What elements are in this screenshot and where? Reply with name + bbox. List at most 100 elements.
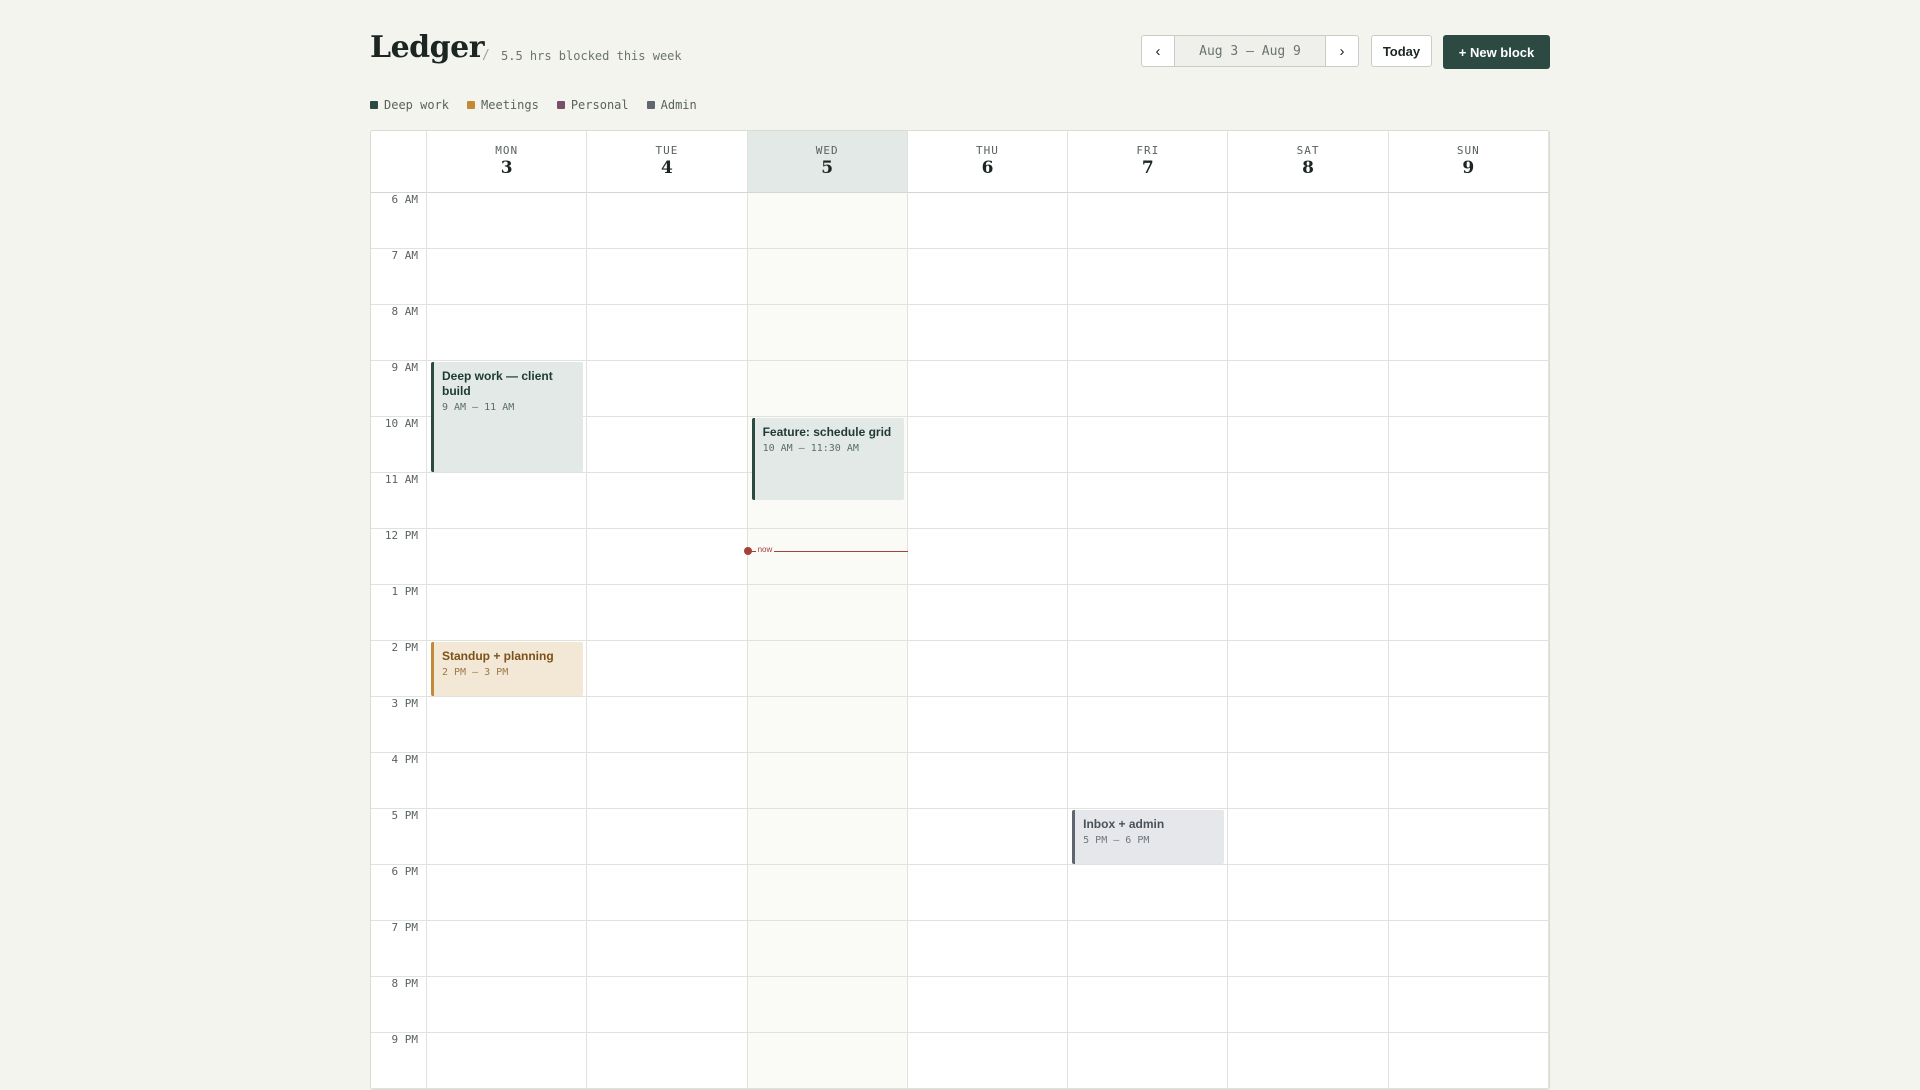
time-slot[interactable]	[1228, 977, 1389, 1033]
time-slot[interactable]	[1388, 1033, 1549, 1089]
time-slot[interactable]	[587, 977, 748, 1033]
time-slot[interactable]	[907, 417, 1069, 473]
time-slot[interactable]	[1388, 641, 1549, 697]
time-slot[interactable]	[747, 809, 908, 865]
time-slot[interactable]	[1228, 361, 1389, 417]
time-slot[interactable]	[1228, 585, 1389, 641]
time-slot[interactable]	[1228, 417, 1389, 473]
time-slot[interactable]	[1228, 1033, 1389, 1089]
time-slot[interactable]	[427, 249, 588, 305]
time-slot[interactable]	[747, 305, 908, 361]
time-slot[interactable]	[1228, 473, 1389, 529]
time-slot[interactable]	[1228, 249, 1389, 305]
time-slot[interactable]	[1228, 529, 1389, 585]
time-slot[interactable]	[907, 977, 1069, 1033]
time-slot[interactable]	[907, 473, 1069, 529]
time-slot[interactable]	[1388, 529, 1549, 585]
time-slot[interactable]	[907, 529, 1069, 585]
time-slot[interactable]	[1068, 305, 1229, 361]
time-slot[interactable]	[1228, 193, 1389, 249]
time-slot[interactable]	[1228, 753, 1389, 809]
time-slot[interactable]	[1068, 641, 1229, 697]
event-block[interactable]: Inbox + admin 5 PM – 6 PM	[1072, 810, 1225, 864]
time-slot[interactable]	[587, 865, 748, 921]
time-slot[interactable]	[907, 585, 1069, 641]
time-slot[interactable]	[1068, 753, 1229, 809]
time-slot[interactable]	[427, 809, 588, 865]
time-slot[interactable]	[1228, 641, 1389, 697]
time-slot[interactable]	[587, 809, 748, 865]
time-slot[interactable]	[427, 193, 588, 249]
time-slot[interactable]	[747, 977, 908, 1033]
time-slot[interactable]	[587, 473, 748, 529]
time-slot[interactable]	[587, 249, 748, 305]
time-slot[interactable]	[427, 1033, 588, 1089]
day-header-sat[interactable]: SAT 8	[1228, 131, 1389, 193]
time-slot[interactable]	[1068, 249, 1229, 305]
next-week-button[interactable]: ›	[1325, 36, 1358, 66]
time-slot[interactable]	[1068, 585, 1229, 641]
time-slot[interactable]	[747, 921, 908, 977]
time-slot[interactable]	[1068, 193, 1229, 249]
time-slot[interactable]	[427, 473, 588, 529]
day-header-thu[interactable]: THU 6	[907, 131, 1069, 193]
time-slot[interactable]	[907, 249, 1069, 305]
time-slot[interactable]	[1388, 977, 1549, 1033]
day-header-tue[interactable]: TUE 4	[587, 131, 748, 193]
time-slot[interactable]	[1388, 753, 1549, 809]
time-slot[interactable]	[907, 1033, 1069, 1089]
time-slot[interactable]	[427, 529, 588, 585]
time-slot[interactable]	[1388, 417, 1549, 473]
new-block-button[interactable]: + New block	[1443, 35, 1550, 69]
time-slot[interactable]	[1068, 921, 1229, 977]
time-slot[interactable]	[1228, 921, 1389, 977]
time-slot[interactable]	[1068, 697, 1229, 753]
time-slot[interactable]	[427, 697, 588, 753]
time-slot[interactable]	[427, 977, 588, 1033]
time-slot[interactable]	[587, 641, 748, 697]
time-slot[interactable]	[747, 529, 908, 585]
time-slot[interactable]	[747, 641, 908, 697]
time-slot[interactable]	[907, 921, 1069, 977]
time-slot[interactable]	[427, 865, 588, 921]
time-slot[interactable]	[747, 585, 908, 641]
time-slot[interactable]	[587, 753, 748, 809]
time-slot[interactable]	[747, 753, 908, 809]
time-slot[interactable]	[587, 417, 748, 473]
time-slot[interactable]	[1388, 361, 1549, 417]
prev-week-button[interactable]: ‹	[1142, 36, 1175, 66]
time-slot[interactable]	[1228, 809, 1389, 865]
time-slot[interactable]	[1228, 697, 1389, 753]
time-slot[interactable]	[907, 641, 1069, 697]
time-slot[interactable]	[427, 305, 588, 361]
time-slot[interactable]	[587, 529, 748, 585]
time-slot[interactable]	[1388, 809, 1549, 865]
day-header-sun[interactable]: SUN 9	[1388, 131, 1549, 193]
time-slot[interactable]	[587, 361, 748, 417]
time-slot[interactable]	[907, 697, 1069, 753]
time-slot[interactable]	[1228, 305, 1389, 361]
time-slot[interactable]	[427, 921, 588, 977]
time-slot[interactable]	[1068, 865, 1229, 921]
time-slot[interactable]	[1068, 417, 1229, 473]
time-slot[interactable]	[1228, 865, 1389, 921]
event-block[interactable]: Feature: schedule grid 10 AM – 11:30 AM	[751, 418, 904, 500]
time-slot[interactable]	[1388, 865, 1549, 921]
time-slot[interactable]	[587, 585, 748, 641]
time-slot[interactable]	[1388, 305, 1549, 361]
time-slot[interactable]	[1388, 585, 1549, 641]
time-slot[interactable]	[587, 697, 748, 753]
event-block[interactable]: Deep work — client build 9 AM – 11 AM	[431, 362, 584, 472]
time-slot[interactable]	[1068, 529, 1229, 585]
time-slot[interactable]	[1068, 473, 1229, 529]
time-slot[interactable]	[427, 585, 588, 641]
day-header-mon[interactable]: MON 3	[427, 131, 588, 193]
time-slot[interactable]	[1388, 473, 1549, 529]
time-slot[interactable]	[1068, 361, 1229, 417]
time-slot[interactable]	[907, 865, 1069, 921]
time-slot[interactable]	[747, 865, 908, 921]
time-slot[interactable]	[1388, 921, 1549, 977]
time-slot[interactable]	[907, 809, 1069, 865]
today-button[interactable]: Today	[1371, 35, 1432, 67]
event-block[interactable]: Standup + planning 2 PM – 3 PM	[431, 642, 584, 696]
